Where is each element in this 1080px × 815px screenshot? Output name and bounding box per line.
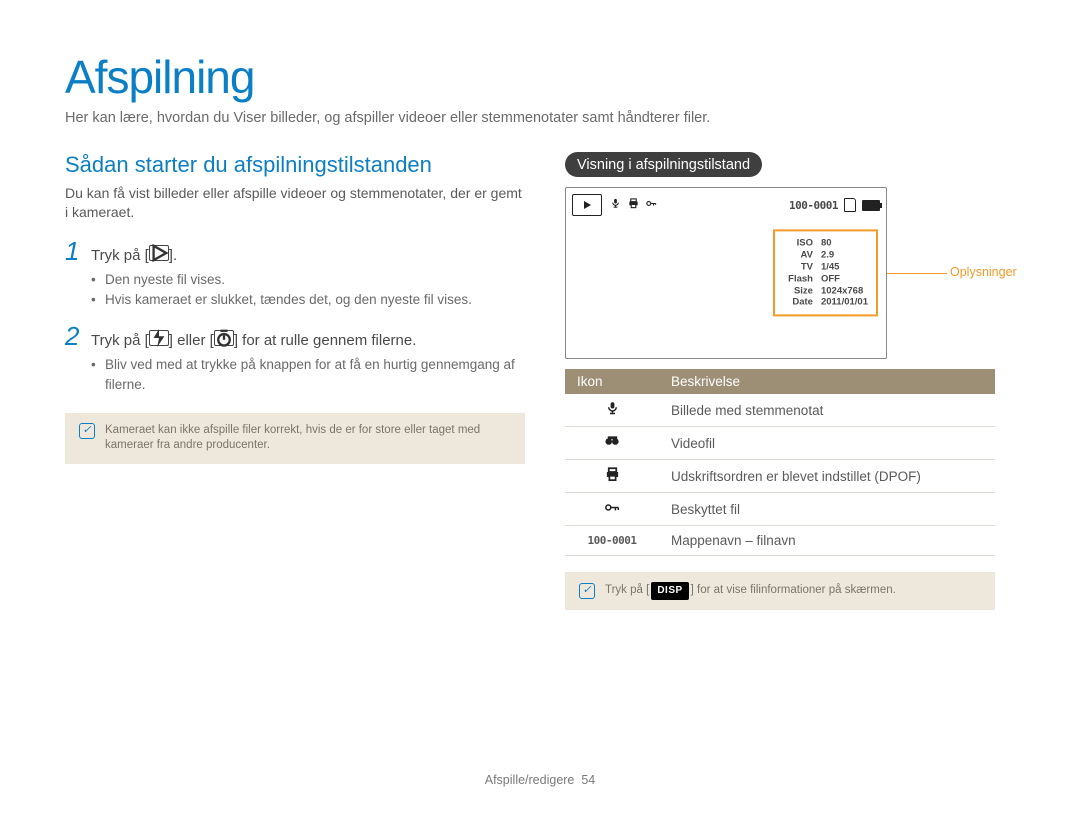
desc-video: Videofil [659,427,995,460]
key-icon [646,198,657,212]
note-box-right: ✓ Tryk på [DISP] for at vise filinformat… [565,572,995,610]
note-box-left: ✓ Kameraet kan ikke afspille filer korre… [65,413,525,464]
page-footer: Afspille/redigere 54 [0,773,1080,787]
callout-line [887,273,947,274]
mode-pill: Visning i afspilningstilstand [565,152,762,177]
lcd-screen: 100-0001 ISO80 AV2.9 TV1/45 FlashOFF Siz… [565,187,887,359]
section-heading: Sådan starter du afspilningstilstanden [65,152,525,178]
print-icon [565,460,659,493]
desc-protected: Beskyttet fil [659,493,995,526]
battery-icon [862,200,880,211]
page-title: Afspilning [65,50,1015,104]
flash-icon [149,330,169,346]
file-counter: 100-0001 [789,199,838,212]
video-icon [565,427,659,460]
key-icon [565,493,659,526]
memory-icon [844,198,856,212]
step-1-sub-1: Den nyeste fil vises. [91,270,525,290]
left-column: Sådan starter du afspilningstilstanden D… [65,152,525,610]
th-desc: Beskrivelse [659,369,995,394]
play-mode-icon [572,194,602,216]
step-1-sub-2: Hvis kameraet er slukket, tændes det, og… [91,290,525,310]
desc-voice-memo: Billede med stemmenotat [659,394,995,427]
note-right-text: Tryk på [DISP] for at vise filinformatio… [605,582,896,600]
timer-icon [214,330,234,346]
note-text: Kameraet kan ikke afspille filer korrekt… [105,423,511,454]
step-2-sub-1: Bliv ved med at trykke på knappen for at… [91,355,525,394]
intro-text: Her kan lære, hvordan du Viser billeder,… [65,110,1015,126]
desc-folder-file: Mappenavn – filnavn [659,526,995,556]
step-1-text: Tryk på []. [91,245,177,266]
disp-button-label: DISP [651,582,688,600]
mic-icon [565,394,659,427]
step-2-text: Tryk på [] eller [] for at rulle gennem … [91,330,416,351]
note-icon: ✓ [79,423,95,439]
step-1-number: 1 [65,238,91,264]
section-description: Du kan få vist billeder eller afspille v… [65,184,525,222]
folder-file-label: 100-0001 [565,526,659,556]
mic-icon [610,198,621,212]
right-column: Visning i afspilningstilstand 100 [565,152,995,610]
note-icon: ✓ [579,583,595,599]
step-2-number: 2 [65,323,91,349]
print-icon [628,198,639,212]
icon-table: Ikon Beskrivelse Billede med stemmenotat… [565,369,995,556]
th-icon: Ikon [565,369,659,394]
play-icon [149,245,169,261]
info-box: ISO80 AV2.9 TV1/45 FlashOFF Size1024x768… [773,229,878,316]
desc-dpof: Udskriftsordren er blevet indstillet (DP… [659,460,995,493]
callout-label: Oplysninger [950,265,1017,279]
